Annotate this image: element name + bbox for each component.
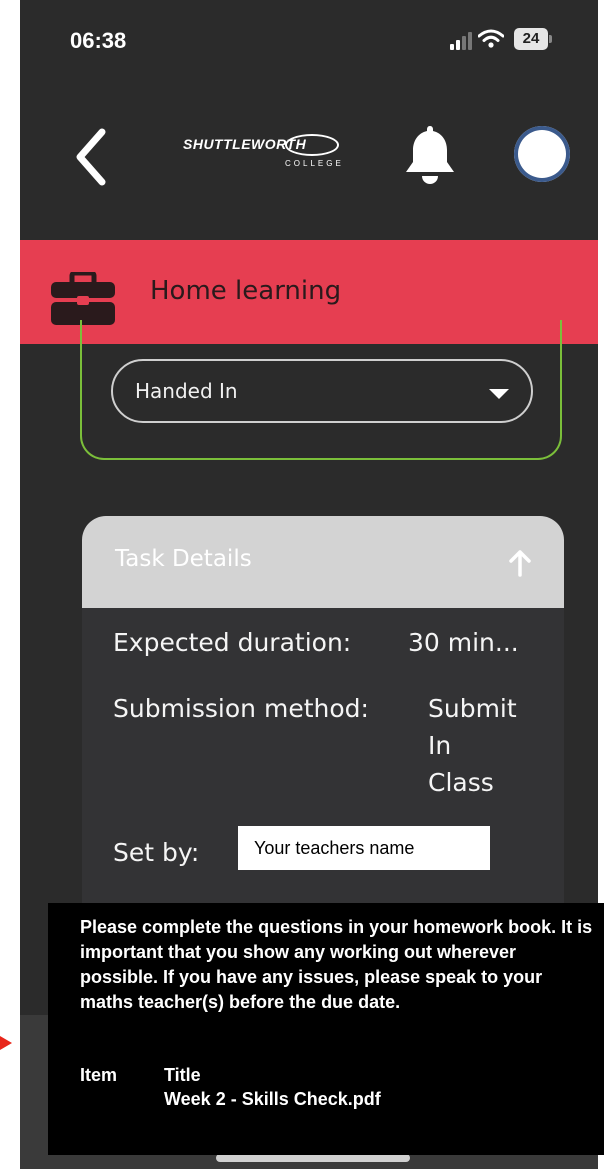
arrow-up-icon[interactable]: [508, 549, 532, 577]
set-by-label: Set by:: [113, 838, 200, 867]
bell-icon[interactable]: [398, 122, 462, 186]
set-by-value: Your teachers name: [238, 826, 490, 870]
duration-label: Expected duration:: [113, 628, 352, 657]
wifi-icon: [478, 29, 504, 48]
task-details-title: Task Details: [115, 546, 252, 572]
submission-method-value-line3: Class: [428, 768, 494, 797]
avatar[interactable]: [514, 126, 570, 182]
submission-method-value-line1: Submit: [428, 694, 517, 723]
back-chevron-icon[interactable]: [72, 128, 108, 186]
dropdown-caret-icon: [489, 389, 509, 399]
annotation-arrow-icon: [0, 1036, 12, 1050]
logo-sub-text: COLLEGE: [285, 159, 344, 168]
submission-method-label: Submission method:: [113, 694, 369, 723]
battery-icon: 24: [514, 28, 552, 50]
college-logo: SHUTTLEWORTH COLLEGE: [183, 133, 343, 177]
home-indicator[interactable]: [216, 1154, 410, 1162]
status-dropdown-value: Handed In: [135, 379, 238, 403]
signal-icon: [450, 30, 474, 50]
submission-method-value-line2: In: [428, 731, 452, 760]
banner-title: Home learning: [150, 276, 342, 306]
briefcase-icon: [51, 272, 115, 325]
item-column-header: Item: [80, 1065, 118, 1085]
status-time: 06:38: [70, 28, 127, 53]
attachment-link[interactable]: Week 2 - Skills Check.pdf: [164, 1089, 381, 1110]
task-description: Please complete the questions in your ho…: [80, 917, 593, 1012]
logo-oval: [285, 134, 339, 156]
duration-value: 30 min...: [408, 628, 519, 657]
task-details-header[interactable]: Task Details: [82, 516, 564, 608]
title-column-header: Title: [164, 1065, 201, 1085]
status-dropdown[interactable]: Handed In: [111, 359, 533, 423]
task-description-overlay: Please complete the questions in your ho…: [48, 903, 604, 1155]
